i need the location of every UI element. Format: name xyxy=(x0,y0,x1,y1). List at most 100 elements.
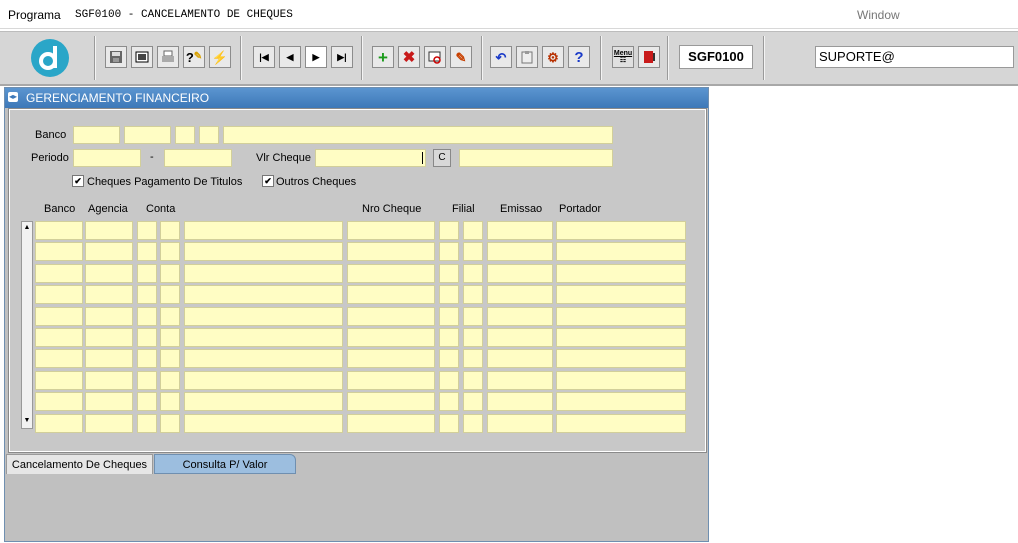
filial-cell[interactable] xyxy=(439,221,459,240)
agencia-cell[interactable] xyxy=(85,392,133,411)
conta-cell[interactable] xyxy=(137,328,157,347)
agencia-cell[interactable] xyxy=(85,414,133,433)
vlr-cheque-extra-field[interactable] xyxy=(459,149,613,167)
nro-cheque-cell[interactable] xyxy=(347,285,435,304)
agencia-cell[interactable] xyxy=(85,349,133,368)
query-help-icon[interactable]: ? ✎ xyxy=(183,46,205,68)
conta-digit-cell[interactable] xyxy=(160,328,180,347)
description-cell[interactable] xyxy=(184,414,343,433)
filial-cell[interactable] xyxy=(439,307,459,326)
filial-cell[interactable] xyxy=(439,371,459,390)
description-cell[interactable] xyxy=(184,242,343,261)
portador-cell[interactable] xyxy=(556,414,686,433)
edit-record-icon[interactable]: ✎ xyxy=(450,46,472,68)
agencia-cell[interactable] xyxy=(85,371,133,390)
chk-titulos-checkbox[interactable]: ✔ xyxy=(72,175,84,187)
user-field[interactable]: SUPORTE@ xyxy=(815,46,1014,68)
portador-cell[interactable] xyxy=(556,392,686,411)
banco-cell[interactable] xyxy=(35,264,83,283)
portador-cell[interactable] xyxy=(556,307,686,326)
tab-cancelamento-cheques[interactable]: Cancelamento De Cheques xyxy=(6,454,153,474)
duplicate-record-icon[interactable] xyxy=(424,46,446,68)
filial-digit-cell[interactable] xyxy=(463,242,483,261)
conta-digit-cell[interactable] xyxy=(160,221,180,240)
agencia-cell[interactable] xyxy=(85,328,133,347)
banco-cell[interactable] xyxy=(35,371,83,390)
banco-cell[interactable] xyxy=(35,307,83,326)
agencia-cell[interactable] xyxy=(85,242,133,261)
filial-digit-cell[interactable] xyxy=(463,328,483,347)
conta-cell[interactable] xyxy=(137,221,157,240)
emissao-cell[interactable] xyxy=(487,371,553,390)
window-icon[interactable] xyxy=(131,46,153,68)
scroll-up-icon[interactable]: ▲ xyxy=(23,223,31,233)
filial-digit-cell[interactable] xyxy=(463,392,483,411)
clipboard-icon[interactable] xyxy=(516,46,538,68)
portador-cell[interactable] xyxy=(556,349,686,368)
nro-cheque-cell[interactable] xyxy=(347,264,435,283)
menu-programa[interactable]: Programa xyxy=(8,8,61,22)
emissao-cell[interactable] xyxy=(487,221,553,240)
last-record-icon[interactable]: ▶| xyxy=(331,46,353,68)
print-icon[interactable] xyxy=(157,46,179,68)
banco-cell[interactable] xyxy=(35,328,83,347)
filial-digit-cell[interactable] xyxy=(463,414,483,433)
conta-digit-cell[interactable] xyxy=(160,264,180,283)
emissao-cell[interactable] xyxy=(487,414,553,433)
undo-icon[interactable]: ↶ xyxy=(490,46,512,68)
emissao-cell[interactable] xyxy=(487,328,553,347)
filial-digit-cell[interactable] xyxy=(463,264,483,283)
settings-icon[interactable]: ⚙ xyxy=(542,46,564,68)
conta-cell[interactable] xyxy=(137,242,157,261)
portador-cell[interactable] xyxy=(556,285,686,304)
portador-cell[interactable] xyxy=(556,264,686,283)
scroll-down-icon[interactable]: ▼ xyxy=(23,416,31,426)
insert-record-icon[interactable]: + xyxy=(372,46,394,68)
agencia-field[interactable] xyxy=(124,126,171,144)
description-cell[interactable] xyxy=(184,392,343,411)
description-cell[interactable] xyxy=(184,328,343,347)
filial-digit-cell[interactable] xyxy=(463,221,483,240)
banco-cell[interactable] xyxy=(35,221,83,240)
next-record-icon[interactable]: ▶ xyxy=(305,46,327,68)
conta-digit-cell[interactable] xyxy=(160,285,180,304)
vlr-cheque-field[interactable] xyxy=(315,149,426,167)
chk-outros-checkbox[interactable]: ✔ xyxy=(262,175,274,187)
emissao-cell[interactable] xyxy=(487,285,553,304)
conta-cell[interactable] xyxy=(137,414,157,433)
periodo-start-field[interactable] xyxy=(73,149,141,167)
tab-consulta-valor[interactable]: Consulta P/ Valor xyxy=(154,454,296,474)
conta-cell[interactable] xyxy=(137,307,157,326)
description-cell[interactable] xyxy=(184,349,343,368)
agencia-cell[interactable] xyxy=(85,264,133,283)
conta-digit-cell[interactable] xyxy=(160,349,180,368)
banco-cell[interactable] xyxy=(35,242,83,261)
agencia-cell[interactable] xyxy=(85,285,133,304)
conta-cell[interactable] xyxy=(137,349,157,368)
portador-cell[interactable] xyxy=(556,242,686,261)
conta-cell[interactable] xyxy=(137,392,157,411)
first-record-icon[interactable]: |◀ xyxy=(253,46,275,68)
description-cell[interactable] xyxy=(184,221,343,240)
nro-cheque-cell[interactable] xyxy=(347,349,435,368)
emissao-cell[interactable] xyxy=(487,349,553,368)
nro-cheque-cell[interactable] xyxy=(347,392,435,411)
filial-cell[interactable] xyxy=(439,285,459,304)
filial-cell[interactable] xyxy=(439,392,459,411)
nro-cheque-cell[interactable] xyxy=(347,414,435,433)
execute-query-icon[interactable]: ⚡ xyxy=(209,46,231,68)
banco-cell[interactable] xyxy=(35,414,83,433)
nro-cheque-cell[interactable] xyxy=(347,221,435,240)
conta-digit-cell[interactable] xyxy=(160,392,180,411)
conta-digit-field[interactable] xyxy=(199,126,219,144)
banco-cell[interactable] xyxy=(35,392,83,411)
portador-cell[interactable] xyxy=(556,371,686,390)
previous-record-icon[interactable]: ◀ xyxy=(279,46,301,68)
menu-window[interactable]: Window xyxy=(857,8,900,22)
filial-cell[interactable] xyxy=(439,328,459,347)
emissao-cell[interactable] xyxy=(487,392,553,411)
banco-field[interactable] xyxy=(73,126,120,144)
periodo-end-field[interactable] xyxy=(164,149,232,167)
window-menu-icon[interactable]: ◂▸ xyxy=(8,92,18,102)
help-icon[interactable]: ? xyxy=(568,46,590,68)
